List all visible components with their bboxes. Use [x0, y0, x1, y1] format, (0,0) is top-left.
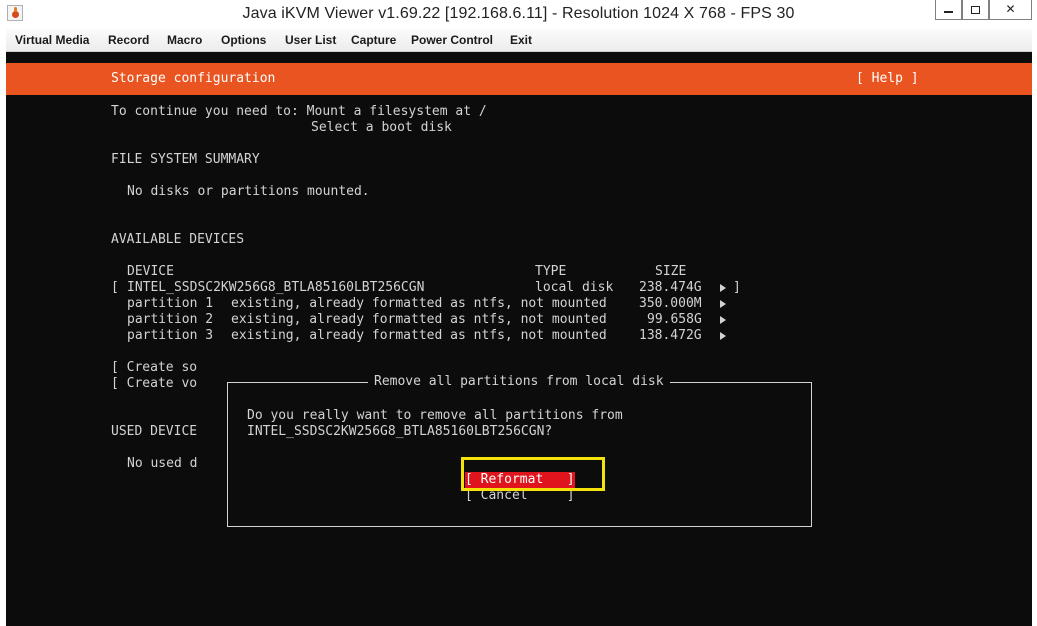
create-volume-group-button[interactable]: [ Create vo — [111, 376, 197, 392]
partition-3-name[interactable]: partition 3 — [127, 328, 213, 344]
minimize-button[interactable] — [935, 0, 962, 20]
menu-record[interactable]: Record — [108, 33, 149, 47]
no-used-devices-text: No used d — [127, 456, 198, 471]
help-button[interactable]: [ Help ] — [856, 71, 919, 87]
disk-type: local disk — [535, 280, 614, 295]
maximize-button[interactable] — [962, 0, 989, 20]
minimize-icon — [944, 10, 953, 13]
create-software-raid-button[interactable]: [ Create so — [111, 360, 197, 376]
fs-summary-heading: FILE SYSTEM SUMMARY — [111, 152, 260, 167]
column-size: SIZE — [655, 264, 687, 279]
partition-2-size: 99.658G — [647, 312, 702, 327]
menu-macro[interactable]: Macro — [167, 33, 202, 47]
menu-options[interactable]: Options — [221, 33, 266, 47]
menu-user-list[interactable]: User List — [285, 33, 336, 47]
menu-power-control[interactable]: Power Control — [411, 33, 493, 47]
close-button[interactable]: ✕ — [989, 0, 1032, 20]
continue-line-2: Select a boot disk — [311, 120, 452, 135]
page-title: Storage configuration — [111, 71, 276, 86]
window-title: Java iKVM Viewer v1.69.22 [192.168.6.11]… — [242, 5, 795, 22]
installer-header-bar: Storage configuration [ Help ] — [6, 63, 1032, 95]
disk-expand-arrow-icon[interactable] — [720, 284, 726, 292]
partition-1-name[interactable]: partition 1 — [127, 296, 213, 312]
partition-2-desc: existing, already formatted as ntfs, not… — [231, 312, 607, 327]
continue-line-1: To continue you need to: Mount a filesys… — [111, 104, 487, 119]
close-icon: ✕ — [1005, 2, 1016, 16]
disk-row-bracket-open: [ — [111, 280, 119, 295]
disk-row-bracket-close: ] — [733, 280, 741, 295]
partition-1-desc: existing, already formatted as ntfs, not… — [231, 296, 607, 311]
partition-1-size: 350.000M — [639, 296, 702, 311]
remove-partitions-dialog: Remove all partitions from local disk Do… — [227, 374, 812, 527]
focus-highlight-box — [461, 457, 605, 491]
dialog-question-line-2: INTEL_SSDSC2KW256G8_BTLA85160LBT256CGN? — [247, 424, 553, 439]
window-titlebar: Java iKVM Viewer v1.69.22 [192.168.6.11]… — [0, 0, 1037, 28]
partition-3-arrow-icon[interactable] — [720, 332, 726, 340]
column-type: TYPE — [535, 264, 567, 279]
partition-2-name[interactable]: partition 2 — [127, 312, 213, 328]
menu-capture[interactable]: Capture — [351, 33, 396, 47]
partition-2-arrow-icon[interactable] — [720, 316, 726, 324]
partition-1-arrow-icon[interactable] — [720, 300, 726, 308]
dialog-question-line-1: Do you really want to remove all partiti… — [247, 408, 623, 423]
disk-size: 238.474G — [639, 280, 702, 295]
partition-3-desc: existing, already formatted as ntfs, not… — [231, 328, 607, 343]
fs-summary-text: No disks or partitions mounted. — [127, 184, 370, 199]
partition-3-size: 138.472G — [639, 328, 702, 343]
menu-bar: Virtual Media Record Macro Options User … — [6, 29, 1032, 52]
disk-name[interactable]: INTEL_SSDSC2KW256G8_BTLA85160LBT256CGN — [127, 280, 424, 296]
menu-virtual-media[interactable]: Virtual Media — [15, 33, 89, 47]
dialog-title: Remove all partitions from local disk — [368, 374, 670, 390]
available-devices-heading: AVAILABLE DEVICES — [111, 232, 245, 247]
maximize-icon — [971, 5, 980, 14]
menu-exit[interactable]: Exit — [510, 33, 532, 47]
remote-console-screen[interactable]: Storage configuration [ Help ] To contin… — [6, 52, 1032, 626]
column-device: DEVICE — [127, 264, 174, 279]
used-devices-heading: USED DEVICE — [111, 424, 198, 439]
